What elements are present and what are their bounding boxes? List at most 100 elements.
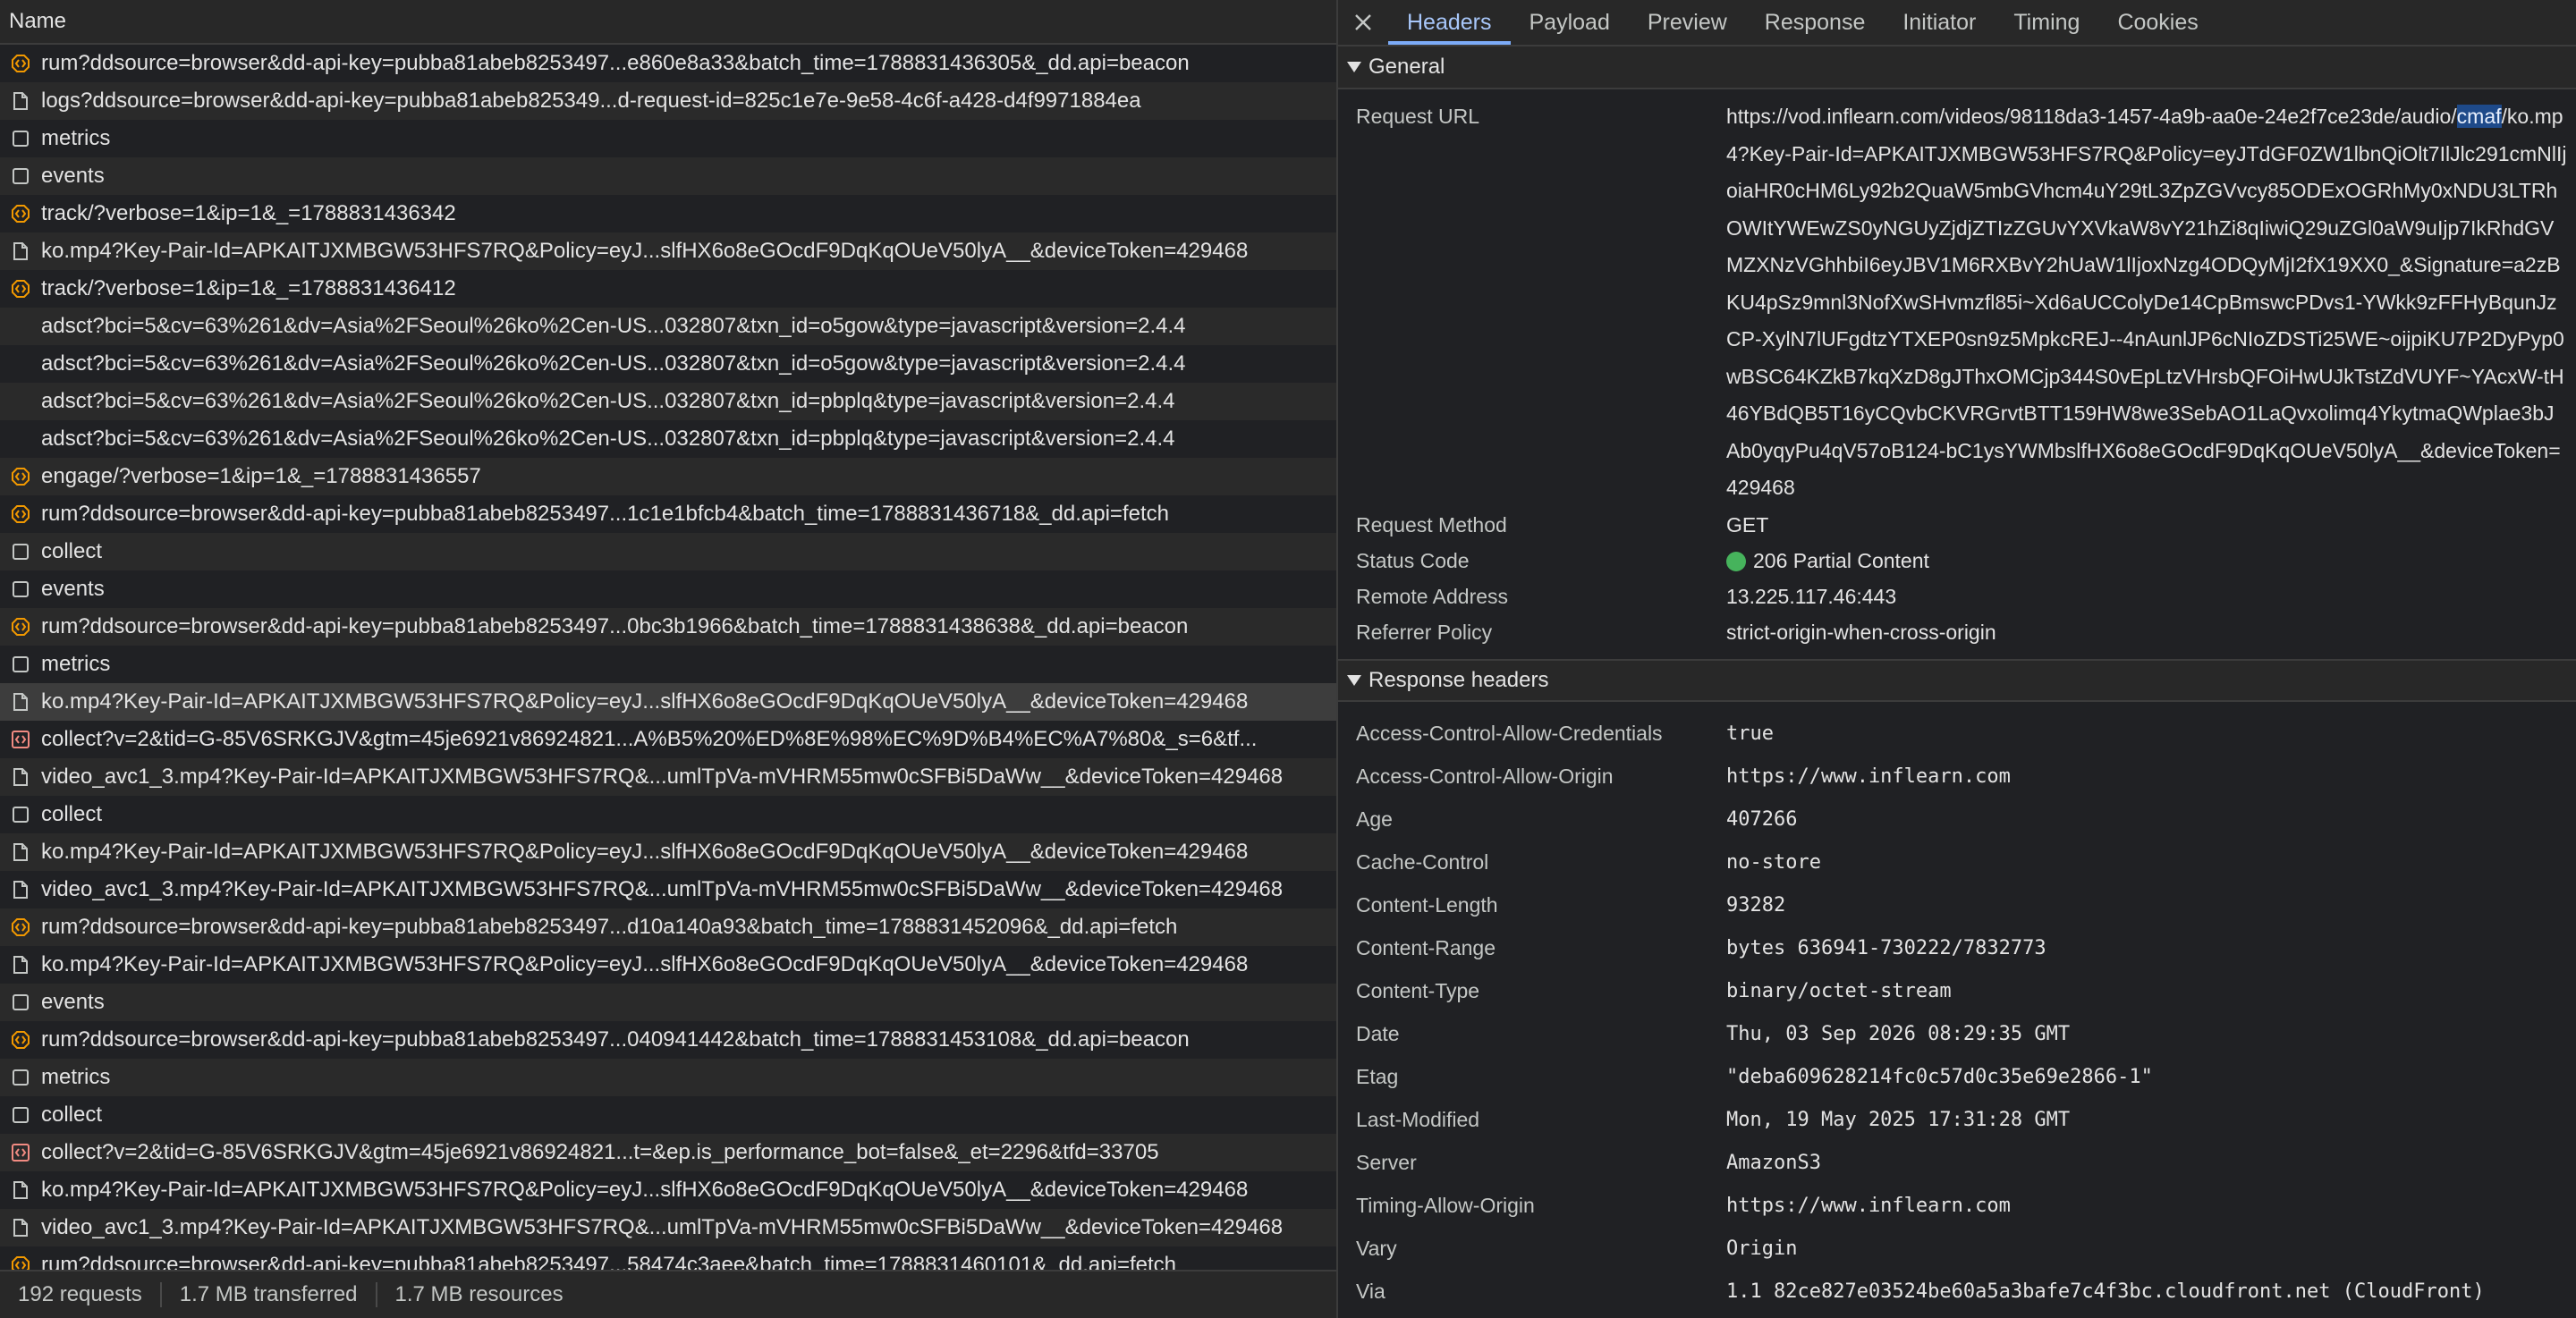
- response-header-value[interactable]: https://www.inflearn.com: [1726, 765, 2576, 788]
- general-section-header[interactable]: General: [1338, 46, 2576, 89]
- request-row[interactable]: collect?v=2&tid=G-85V6SRKGJV&gtm=45je692…: [0, 1134, 1336, 1171]
- request-name: adsct?bci=5&cv=63%261&dv=Asia%2FSeoul%26…: [41, 351, 1186, 376]
- request-row[interactable]: rum?ddsource=browser&dd-api-key=pubba81a…: [0, 45, 1336, 82]
- request-row[interactable]: ko.mp4?Key-Pair-Id=APKAITJXMBGW53HFS7RQ&…: [0, 833, 1336, 871]
- request-row[interactable]: ko.mp4?Key-Pair-Id=APKAITJXMBGW53HFS7RQ&…: [0, 683, 1336, 721]
- script-icon: [11, 204, 30, 224]
- request-row[interactable]: rum?ddsource=browser&dd-api-key=pubba81a…: [0, 908, 1336, 946]
- request-name: ko.mp4?Key-Pair-Id=APKAITJXMBGW53HFS7RQ&…: [41, 840, 1249, 864]
- request-row[interactable]: events: [0, 570, 1336, 608]
- fetch-icon: [11, 166, 30, 186]
- tab-initiator[interactable]: Initiator: [1884, 0, 1995, 45]
- request-name: track/?verbose=1&ip=1&_=1788831436342: [41, 201, 456, 225]
- response-header-value[interactable]: true: [1726, 722, 2576, 745]
- response-headers-section-header[interactable]: Response headers: [1338, 658, 2576, 702]
- response-header-row: Server AmazonS3: [1338, 1142, 2576, 1185]
- request-row[interactable]: events: [0, 157, 1336, 195]
- response-header-value[interactable]: 407266: [1726, 808, 2576, 831]
- fetch-icon: [11, 129, 30, 148]
- request-row[interactable]: ko.mp4?Key-Pair-Id=APKAITJXMBGW53HFS7RQ&…: [0, 1171, 1336, 1209]
- request-row[interactable]: logs?ddsource=browser&dd-api-key=pubba81…: [0, 82, 1336, 120]
- request-name: rum?ddsource=browser&dd-api-key=pubba81a…: [41, 1253, 1176, 1270]
- request-name: adsct?bci=5&cv=63%261&dv=Asia%2FSeoul%26…: [41, 427, 1175, 451]
- tab-headers[interactable]: Headers: [1388, 0, 1511, 45]
- blank-icon: [11, 317, 30, 336]
- request-row[interactable]: ko.mp4?Key-Pair-Id=APKAITJXMBGW53HFS7RQ&…: [0, 232, 1336, 270]
- general-value-text: 13.225.117.46:443: [1726, 584, 1897, 608]
- request-row[interactable]: events: [0, 984, 1336, 1021]
- request-row[interactable]: rum?ddsource=browser&dd-api-key=pubba81a…: [0, 1246, 1336, 1270]
- tracking-script-icon: [11, 1143, 30, 1162]
- request-row[interactable]: track/?verbose=1&ip=1&_=1788831436412: [0, 270, 1336, 308]
- response-header-key: Via: [1356, 1280, 1385, 1303]
- tab-cookies[interactable]: Cookies: [2098, 0, 2216, 45]
- request-row[interactable]: rum?ddsource=browser&dd-api-key=pubba81a…: [0, 495, 1336, 533]
- request-row[interactable]: collect: [0, 533, 1336, 570]
- general-rows: Request Method GET Status Code 206 Partial …: [1338, 507, 2576, 650]
- tab-preview[interactable]: Preview: [1629, 0, 1746, 45]
- request-name: video_avc1_3.mp4?Key-Pair-Id=APKAITJXMBG…: [41, 1215, 1284, 1239]
- request-url-value[interactable]: https://vod.inflearn.com/videos/98118da3…: [1726, 98, 2576, 507]
- request-row[interactable]: ko.mp4?Key-Pair-Id=APKAITJXMBGW53HFS7RQ&…: [0, 946, 1336, 984]
- tab-timing[interactable]: Timing: [1995, 0, 2098, 45]
- request-url-selection: cmaf: [2456, 105, 2502, 128]
- request-row[interactable]: video_avc1_3.mp4?Key-Pair-Id=APKAITJXMBG…: [0, 871, 1336, 908]
- request-row[interactable]: engage/?verbose=1&ip=1&_=1788831436557: [0, 458, 1336, 495]
- general-key: Referrer Policy: [1356, 620, 1493, 644]
- response-header-value[interactable]: bytes 636941-730222/7832773: [1726, 937, 2576, 959]
- response-header-key: Etag: [1356, 1065, 1399, 1088]
- general-value[interactable]: strict-origin-when-cross-origin: [1726, 614, 2576, 650]
- general-value-text: strict-origin-when-cross-origin: [1726, 620, 1996, 644]
- general-row: Remote Address 13.225.117.46:443: [1338, 579, 2576, 614]
- request-details-pane: Headers Payload Preview Response Initiat…: [1338, 0, 2576, 1318]
- request-row[interactable]: rum?ddsource=browser&dd-api-key=pubba81a…: [0, 1021, 1336, 1059]
- general-value-text: 206 Partial Content: [1753, 548, 1929, 572]
- document-icon: [11, 880, 30, 900]
- request-row[interactable]: video_avc1_3.mp4?Key-Pair-Id=APKAITJXMBG…: [0, 1209, 1336, 1246]
- response-header-row: X-Amz-Cf-IdObq2UKPeN784vx-hqFkROjjf_S_eK…: [1338, 1314, 2576, 1318]
- tab-response[interactable]: Response: [1746, 0, 1885, 45]
- request-row[interactable]: track/?verbose=1&ip=1&_=1788831436342: [0, 195, 1336, 232]
- general-value[interactable]: 206 Partial Content: [1726, 543, 2576, 579]
- script-icon: [11, 54, 30, 73]
- response-header-value[interactable]: Mon, 19 May 2025 17:31:28 GMT: [1726, 1109, 2576, 1131]
- response-header-value[interactable]: AmazonS3: [1726, 1152, 2576, 1174]
- blank-icon: [11, 429, 30, 449]
- response-header-value[interactable]: Thu, 03 Sep 2026 08:29:35 GMT: [1726, 1023, 2576, 1045]
- request-row[interactable]: collect: [0, 1096, 1336, 1134]
- response-header-value[interactable]: "deba609628214fc0c57d0c35e69e2866-1": [1726, 1066, 2576, 1088]
- response-header-value[interactable]: 93282: [1726, 894, 2576, 917]
- request-row[interactable]: adsct?bci=5&cv=63%261&dv=Asia%2FSeoul%26…: [0, 383, 1336, 420]
- general-value[interactable]: 13.225.117.46:443: [1726, 579, 2576, 614]
- general-row: Referrer Policy strict-origin-when-cross-…: [1338, 614, 2576, 650]
- response-header-row: Content-Length 93282: [1338, 884, 2576, 927]
- status-bar: 192 requests 1.7 MB transferred 1.7 MB r…: [0, 1270, 1336, 1318]
- response-header-row: Access-Control-Allow-Credentials true: [1338, 713, 2576, 756]
- request-row[interactable]: metrics: [0, 120, 1336, 157]
- expanded-triangle-icon: [1347, 62, 1361, 72]
- close-details-button[interactable]: [1338, 0, 1388, 45]
- name-column-header[interactable]: Name: [0, 0, 1336, 45]
- document-icon: [11, 1180, 30, 1200]
- request-row[interactable]: adsct?bci=5&cv=63%261&dv=Asia%2FSeoul%26…: [0, 420, 1336, 458]
- request-row[interactable]: collect: [0, 796, 1336, 833]
- response-header-value[interactable]: https://www.inflearn.com: [1726, 1195, 2576, 1217]
- request-row[interactable]: metrics: [0, 646, 1336, 683]
- fetch-icon: [11, 1105, 30, 1125]
- request-row[interactable]: adsct?bci=5&cv=63%261&dv=Asia%2FSeoul%26…: [0, 308, 1336, 345]
- request-name: engage/?verbose=1&ip=1&_=1788831436557: [41, 464, 481, 488]
- response-header-key: Server: [1356, 1151, 1417, 1174]
- response-header-value[interactable]: binary/octet-stream: [1726, 980, 2576, 1002]
- request-row[interactable]: collect?v=2&tid=G-85V6SRKGJV&gtm=45je692…: [0, 721, 1336, 758]
- response-header-key: Content-Range: [1356, 936, 1496, 959]
- general-value[interactable]: GET: [1726, 507, 2576, 543]
- request-row[interactable]: adsct?bci=5&cv=63%261&dv=Asia%2FSeoul%26…: [0, 345, 1336, 383]
- request-row[interactable]: metrics: [0, 1059, 1336, 1096]
- tab-payload[interactable]: Payload: [1511, 0, 1629, 45]
- response-header-value[interactable]: 1.1 82ce827e03524be60a5a3bafe7c4f3bc.clo…: [1726, 1280, 2576, 1303]
- response-header-value[interactable]: Origin: [1726, 1238, 2576, 1260]
- request-row[interactable]: rum?ddsource=browser&dd-api-key=pubba81a…: [0, 608, 1336, 646]
- request-row[interactable]: video_avc1_3.mp4?Key-Pair-Id=APKAITJXMBG…: [0, 758, 1336, 796]
- fetch-icon: [11, 993, 30, 1012]
- response-header-value[interactable]: no-store: [1726, 851, 2576, 874]
